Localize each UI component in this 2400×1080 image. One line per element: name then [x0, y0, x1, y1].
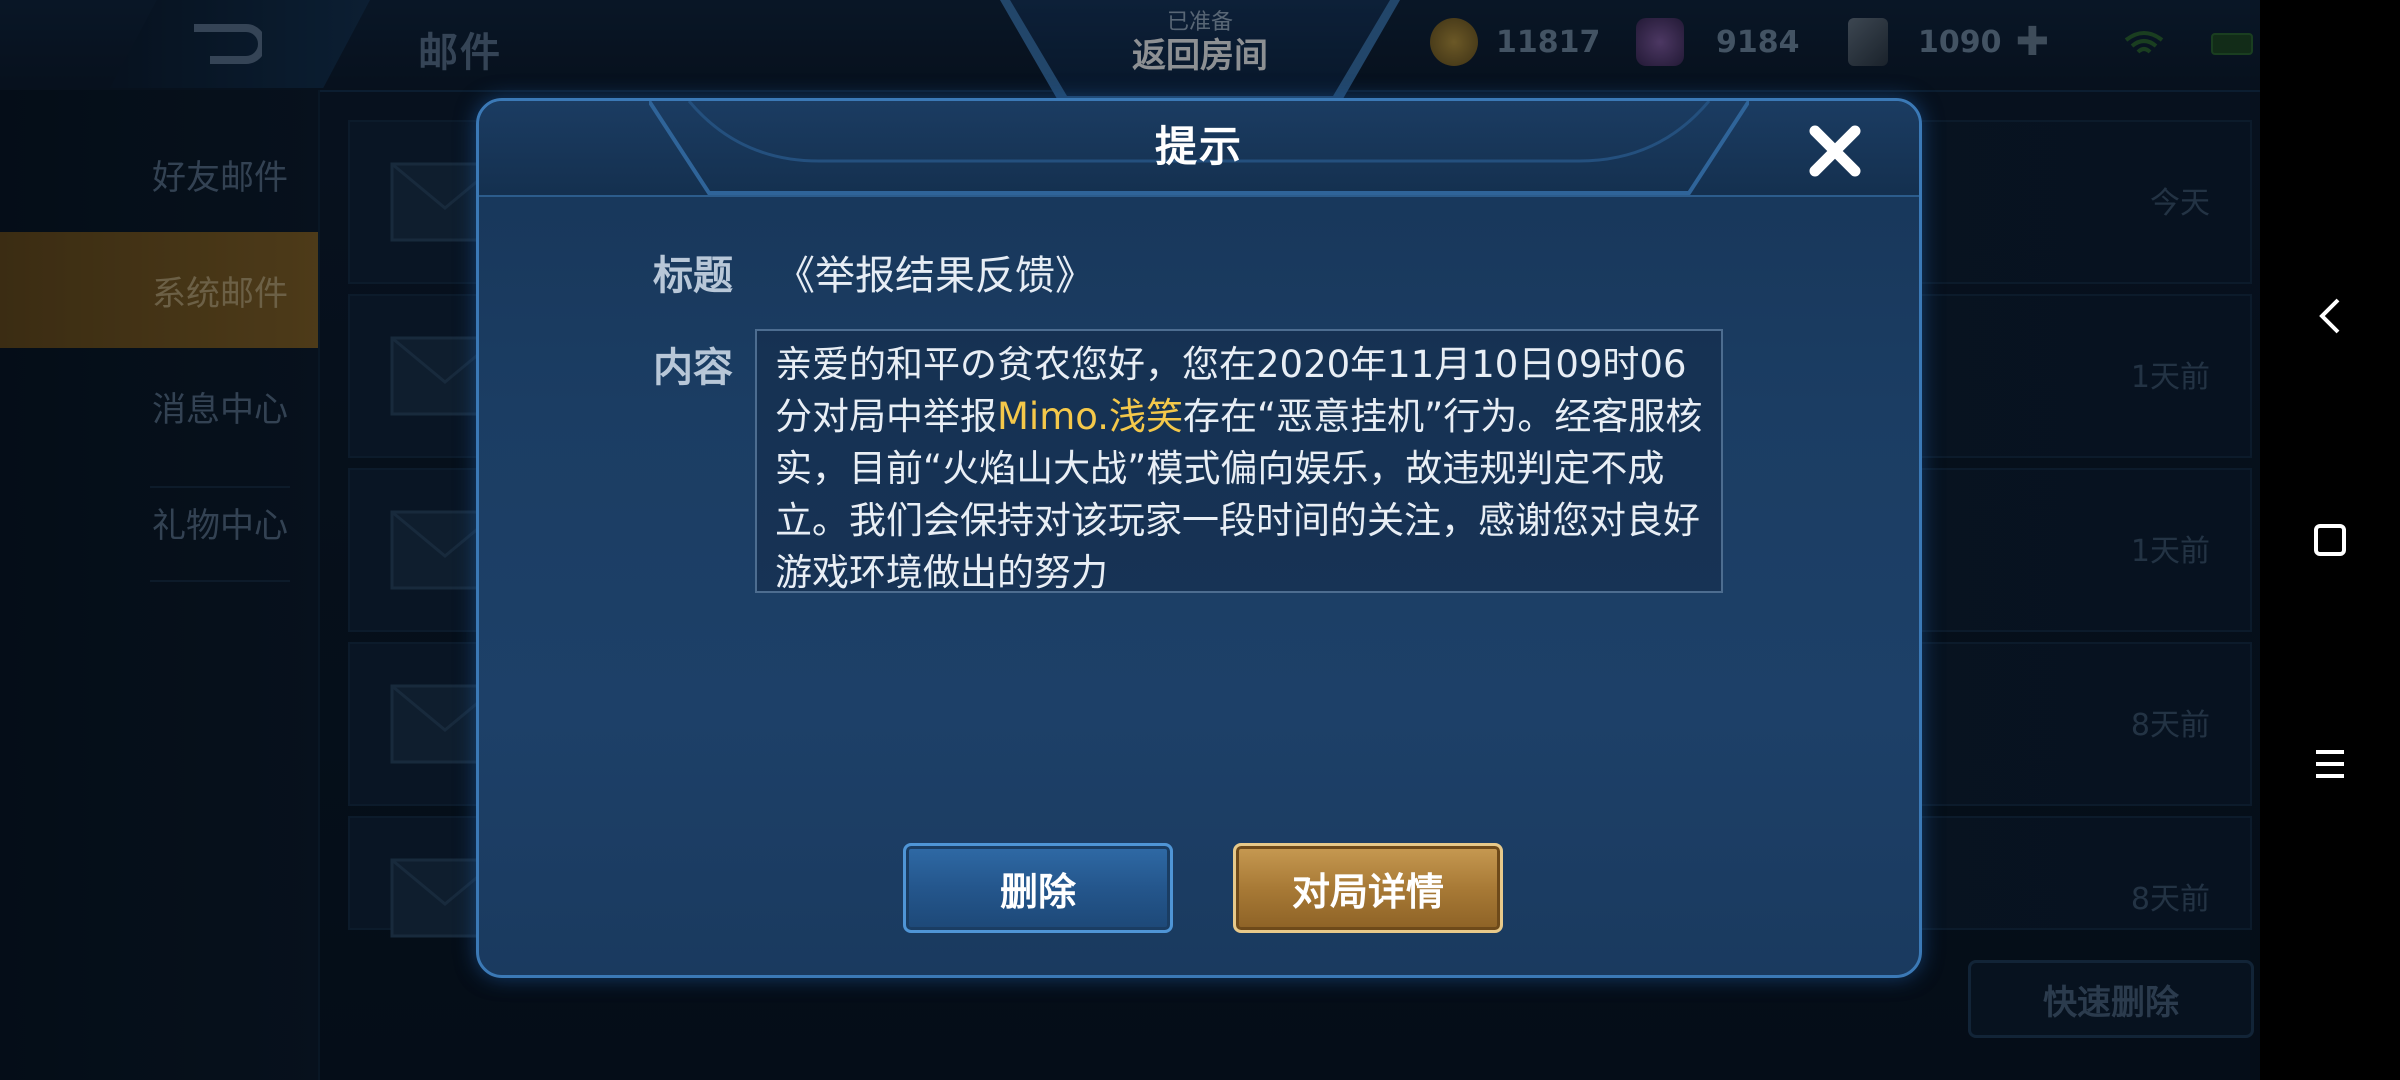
- close-icon: [1809, 125, 1861, 177]
- mail-content: 亲爱的和平の贫农您好，您在2020年11月10日09时06分对局中举报Mimo.…: [775, 339, 1703, 591]
- mail-subject: 《举报结果反馈》: [775, 253, 1095, 299]
- subject-label: 标题: [653, 253, 733, 299]
- dialog-header: 提示: [479, 99, 1919, 197]
- menu-icon: [2316, 750, 2344, 778]
- close-button[interactable]: [1805, 121, 1865, 181]
- reported-player-name: Mimo.浅笑: [997, 395, 1183, 438]
- square-icon: [2314, 524, 2346, 556]
- nav-back-button[interactable]: [2300, 286, 2360, 346]
- report-result-dialog: 提示 标题 《举报结果反馈》 内容 亲爱的和平の贫农您好，您在2020年11月1…: [476, 98, 1922, 978]
- match-details-button[interactable]: 对局详情: [1233, 843, 1503, 933]
- nav-home-button[interactable]: [2300, 510, 2360, 570]
- delete-button[interactable]: 删除: [903, 843, 1173, 933]
- dialog-title: 提示: [1154, 122, 1243, 171]
- chevron-left-icon: [2319, 298, 2340, 334]
- content-label: 内容: [653, 345, 733, 391]
- nav-menu-button[interactable]: [2300, 734, 2360, 794]
- mail-content-box[interactable]: 亲爱的和平の贫农您好，您在2020年11月10日09时06分对局中举报Mimo.…: [755, 329, 1723, 593]
- system-nav-bar: [2260, 0, 2400, 1080]
